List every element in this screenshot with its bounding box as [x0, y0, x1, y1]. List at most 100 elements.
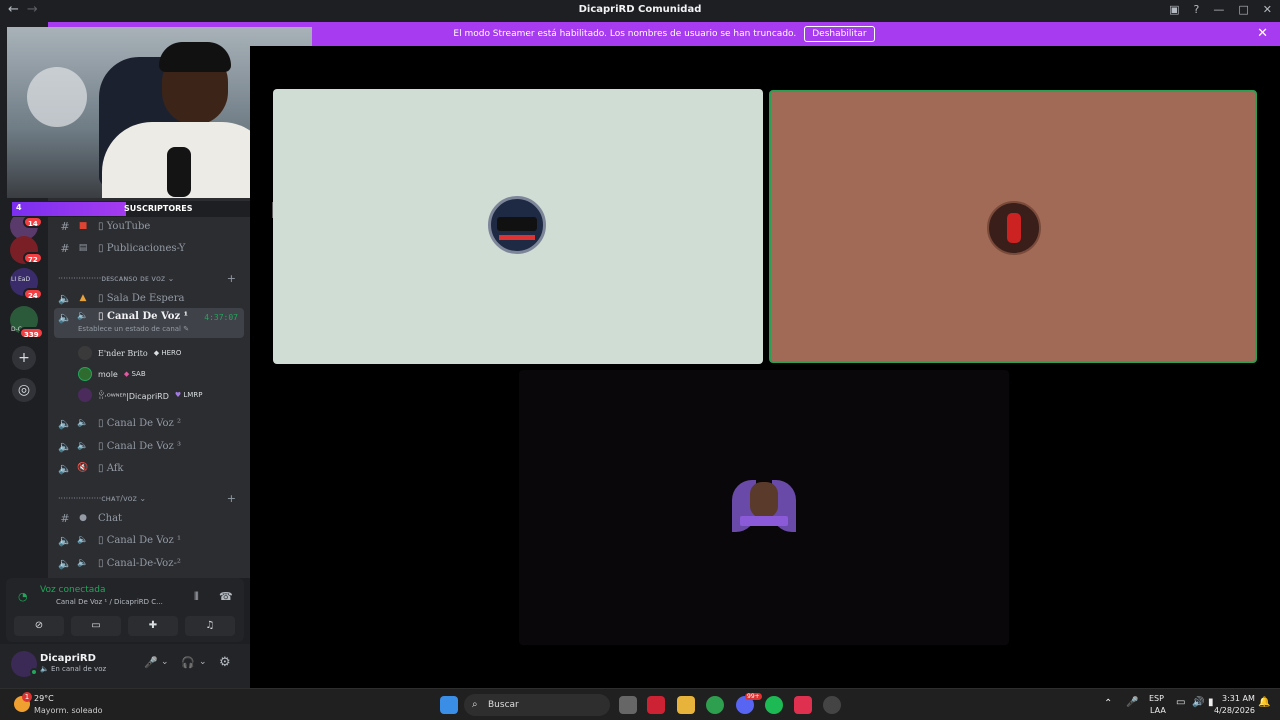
channel-name: ▯ Publicaciones-Y [98, 242, 186, 254]
add-server-icon[interactable]: + [12, 346, 36, 370]
battery-icon[interactable]: ▮ [1208, 697, 1214, 708]
fan-shape [27, 67, 87, 127]
speaker-icon: 🔈 [58, 416, 72, 430]
person-hair [159, 42, 231, 72]
hash-icon: # [60, 219, 70, 233]
chevron-down-icon[interactable]: ⌄ [199, 657, 207, 667]
channel-publicaciones[interactable]: # ▤ ▯ Publicaciones-Y [54, 237, 244, 259]
task-view-icon[interactable] [619, 696, 637, 714]
video-tile-hero[interactable] [273, 89, 763, 364]
member-tag: ♥ LMRP [174, 391, 203, 399]
category-voice[interactable]: ·················ᴅᴇsᴄᴀɴsᴏ ᴅᴇ ᴠᴏᴢ ⌄ + [58, 271, 244, 285]
avatar [78, 346, 92, 360]
voice-channel-chat-1[interactable]: 🔈 🔈 ▯ Canal De Voz ¹ [54, 529, 244, 551]
chrome-icon[interactable] [706, 696, 724, 714]
voice-channel-chat-2[interactable]: 🔈 🔈 ▯ Canal-De-Voz-² [54, 552, 244, 574]
member-name: mole [98, 369, 118, 379]
taskbar-search[interactable]: ⌕ Buscar [464, 694, 610, 716]
speaker-icon: 🔈 [58, 533, 72, 547]
add-channel-icon[interactable]: + [227, 272, 236, 285]
voice-member[interactable]: mole ◆ SAB [78, 365, 146, 383]
close-window-button[interactable]: ✕ [1263, 3, 1272, 16]
subscribers-label: SUSCRIPTORES [124, 204, 193, 213]
soundboard-button[interactable]: ♫ [185, 616, 235, 636]
streaming-app-icon[interactable] [794, 696, 812, 714]
category-chat[interactable]: ·················ᴄʜᴀᴛ/ᴠᴏᴢ ⌄ + [58, 491, 244, 505]
voice-channel-3[interactable]: 🔈 🔈 ▯ Canal De Voz ³ [54, 435, 244, 457]
tray-chevron-up-icon[interactable]: ⌃ [1104, 698, 1112, 709]
add-channel-icon[interactable]: + [227, 492, 236, 505]
volume-icon[interactable]: 🔊 [1192, 697, 1204, 708]
speaker-icon: 🔈 [58, 291, 72, 305]
weather-desc[interactable]: Mayorm. soleado [34, 706, 103, 715]
user-status: 🔈 En canal de voz [40, 665, 107, 673]
voice-channel-active[interactable]: 🔈 🔈 ▯ Canal De Voz ¹ 4:37:07 Establece u… [54, 308, 244, 338]
weather-badge: 1 [22, 692, 32, 702]
user-name[interactable]: DicapriRD [40, 653, 96, 664]
channel-name: ▯ Canal De Voz ¹ [98, 534, 181, 546]
inbox-icon[interactable]: ▣ [1169, 3, 1179, 16]
helmet-stripe [499, 235, 535, 240]
obs-icon[interactable] [823, 696, 841, 714]
explore-servers-icon[interactable]: ◎ [12, 378, 36, 402]
channel-status-prompt[interactable]: Establece un estado de canal ✎ [78, 325, 189, 333]
voice-member[interactable]: ꂧ·ᴼᵂᴺᴱᴿ|DicapriRD ♥ LMRP [78, 386, 202, 404]
notification-bell-icon[interactable]: 🔔 [1258, 697, 1270, 708]
subscribers-bar [12, 202, 126, 216]
maximize-button[interactable]: □ [1238, 3, 1248, 16]
disconnect-icon[interactable]: ☎ [219, 590, 233, 603]
video-tile-dicaprird[interactable] [519, 370, 1009, 645]
voice-channel-2[interactable]: 🔈 🔈 ▯ Canal De Voz ² [54, 412, 244, 434]
keyboard-layout[interactable]: LAA [1150, 706, 1166, 715]
help-icon[interactable]: ? [1194, 3, 1200, 16]
close-banner-icon[interactable]: ✕ [1257, 26, 1268, 41]
minimize-button[interactable]: — [1213, 3, 1224, 16]
disable-streamer-button[interactable]: Deshabilitar [804, 26, 875, 42]
language-code[interactable]: ESP [1149, 694, 1164, 703]
microphone-icon[interactable]: 🎤 [144, 656, 158, 669]
speaker-icon: 🔈 [58, 439, 72, 453]
server-badge-2: 72 [23, 252, 43, 264]
helmet-avatar [488, 196, 546, 254]
window-title: DicapriRD Comunidad [578, 4, 702, 15]
channel-name: ▯ Canal De Voz ³ [98, 440, 181, 452]
clock-date[interactable]: 4/28/2026 [1214, 706, 1255, 715]
channel-name: Chat [98, 512, 123, 524]
clock-time[interactable]: 3:31 AM [1222, 694, 1255, 703]
file-explorer-icon[interactable] [677, 696, 695, 714]
network-icon[interactable]: ▭ [1176, 697, 1185, 708]
video-tile-speaking[interactable] [769, 90, 1257, 363]
signal-icon: ◔ [18, 590, 28, 603]
camera-off-button[interactable]: ⊘ [14, 616, 64, 636]
voice-channel-afk[interactable]: 🔈 🔇 ▯ Afk [54, 457, 244, 479]
store-icon[interactable] [647, 696, 665, 714]
gear-icon[interactable]: ⚙ [219, 655, 231, 670]
weather-temp[interactable]: 29°C [34, 694, 54, 703]
user-status-dot [30, 668, 38, 676]
speaker-small-icon: 🔈 [77, 311, 89, 321]
voice-member[interactable]: E'nder Brito ◆ HERO [78, 344, 181, 362]
bell-icon: ▲ [79, 293, 87, 303]
channel-name: ▯ Canal De Voz ² [98, 417, 181, 429]
server-label-3: LI EaD [11, 276, 31, 283]
text-channel-chat[interactable]: # ● Chat [54, 507, 244, 529]
hash-icon: # [60, 511, 70, 525]
voice-channel-sala-espera[interactable]: 🔈 ▲ ▯ Sala De Espera [54, 287, 244, 309]
avatar [78, 367, 92, 381]
windows-start-icon[interactable] [440, 696, 458, 714]
tray-microphone-icon[interactable]: 🎤 [1126, 697, 1138, 708]
windows-taskbar: 1 29°C Mayorm. soleado ⌕ Buscar 99+ ⌃ 🎤 … [0, 688, 1280, 720]
logo-banner [740, 516, 788, 526]
channel-name: ▯ Canal De Voz ¹ [98, 311, 189, 322]
voice-channel-path[interactable]: Canal De Voz ¹ / DicapriRD C... [56, 598, 163, 606]
chevron-down-icon[interactable]: ⌄ [161, 657, 169, 667]
channel-youtube[interactable]: # ■ ▯ YouTube [54, 215, 244, 237]
activities-button[interactable]: ✚ [128, 616, 178, 636]
noise-suppression-icon[interactable]: ⦀ [194, 590, 199, 604]
logo-face [750, 482, 778, 518]
server-badge-4: 339 [19, 327, 44, 339]
spotify-icon[interactable] [765, 696, 783, 714]
headphones-icon[interactable]: 🎧 [181, 656, 195, 669]
share-screen-button[interactable]: ▭ [71, 616, 121, 636]
speaker-small-icon: 🔈 [77, 558, 89, 568]
